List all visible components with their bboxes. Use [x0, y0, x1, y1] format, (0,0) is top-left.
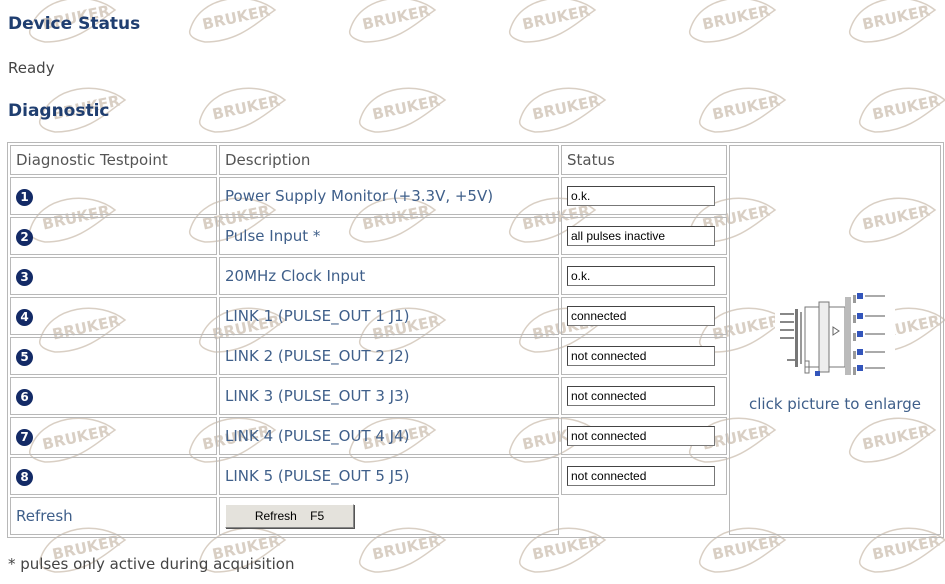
- status-field-2[interactable]: [567, 226, 715, 246]
- status-field-8[interactable]: [567, 466, 715, 486]
- diagnostic-heading: Diagnostic: [8, 101, 110, 121]
- row-description: LINK 5 (PULSE_OUT 5 J5): [219, 457, 559, 495]
- testpoint-6-badge: 6: [16, 388, 33, 406]
- device-status-heading: Device Status: [8, 14, 141, 34]
- status-field-5[interactable]: [567, 346, 715, 366]
- refresh-label: Refresh: [10, 497, 217, 535]
- header-testpoint: Diagnostic Testpoint: [10, 145, 217, 175]
- testpoint-4-badge: 4: [16, 308, 33, 326]
- row-description: LINK 1 (PULSE_OUT 1 J1): [219, 297, 559, 335]
- row-description: Power Supply Monitor (+3.3V, +5V): [219, 177, 559, 215]
- status-field-4[interactable]: [567, 306, 715, 326]
- block-diagram-image[interactable]: [775, 267, 895, 387]
- enlarge-caption[interactable]: click picture to enlarge: [735, 395, 935, 413]
- diagram-cell: click picture to enlarge: [729, 145, 941, 535]
- row-description: LINK 3 (PULSE_OUT 3 J3): [219, 377, 559, 415]
- status-field-6[interactable]: [567, 386, 715, 406]
- row-description: Pulse Input *: [219, 217, 559, 255]
- testpoint-5-badge: 5: [16, 348, 33, 366]
- header-status: Status: [561, 145, 727, 175]
- status-field-3[interactable]: [567, 266, 715, 286]
- table-header-row: Diagnostic Testpoint Description Status: [10, 145, 941, 535]
- row-description: LINK 2 (PULSE_OUT 2 J2): [219, 337, 559, 375]
- testpoint-7-badge: 7: [16, 428, 33, 446]
- testpoint-2-badge: 2: [16, 228, 33, 246]
- row-description: 20MHz Clock Input: [219, 257, 559, 295]
- testpoint-3-badge: 3: [16, 268, 33, 286]
- header-description: Description: [219, 145, 559, 175]
- status-field-1[interactable]: [567, 186, 715, 206]
- status-field-7[interactable]: [567, 426, 715, 446]
- testpoint-8-badge: 8: [16, 468, 33, 486]
- block-diagram-thumbnail[interactable]: [775, 267, 895, 391]
- diagnostic-table: Diagnostic Testpoint Description Status: [7, 142, 944, 538]
- refresh-button[interactable]: Refresh F5: [225, 504, 354, 528]
- device-status-value: Ready: [8, 59, 55, 77]
- row-description: LINK 4 (PULSE_OUT 4 J4): [219, 417, 559, 455]
- footnote: * pulses only active during acquisition: [8, 555, 295, 573]
- testpoint-1-badge: 1: [16, 188, 33, 206]
